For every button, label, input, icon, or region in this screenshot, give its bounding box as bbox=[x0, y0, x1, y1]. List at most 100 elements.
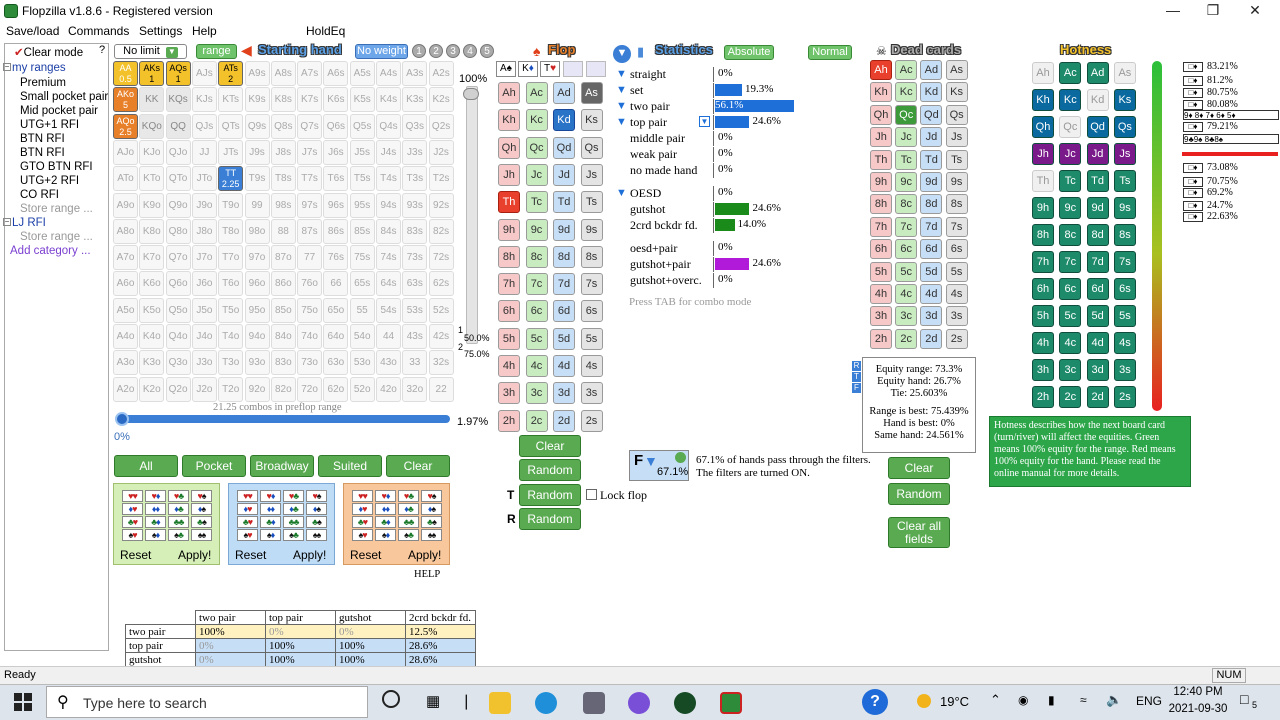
range-cell-96o[interactable]: 96o bbox=[244, 271, 270, 297]
suit-combo-cell[interactable]: ♣♣ bbox=[398, 516, 419, 528]
tray-app-icon[interactable]: ◉ bbox=[1018, 693, 1028, 707]
windows-start-icon[interactable] bbox=[14, 693, 32, 711]
tree-item[interactable]: CO RFI bbox=[20, 189, 59, 201]
suit-combo-cell[interactable]: ♦♣ bbox=[283, 503, 304, 515]
suit-combo-cell[interactable]: ♦♠ bbox=[306, 503, 327, 515]
range-cell-83s[interactable]: 83s bbox=[402, 218, 428, 244]
dead-card-2h[interactable]: 2h bbox=[870, 328, 892, 349]
range-cell-J7o[interactable]: J7o bbox=[191, 245, 217, 271]
range-cell-AA[interactable]: AA 0.5 bbox=[113, 61, 138, 86]
normal-button[interactable]: Normal bbox=[808, 45, 852, 60]
hotness-card-6s[interactable]: 6s bbox=[1113, 278, 1136, 300]
flop-card-As[interactable]: As bbox=[580, 82, 603, 104]
dead-card-Ks[interactable]: Ks bbox=[945, 82, 968, 103]
dead-card-5c[interactable]: 5c bbox=[895, 261, 918, 282]
range-cell-K9s[interactable]: K9s bbox=[244, 87, 270, 113]
suit-combo-cell[interactable]: ♠♠ bbox=[191, 529, 212, 541]
hotness-card-8s[interactable]: 8s bbox=[1113, 224, 1136, 246]
apply-button-3[interactable]: Apply! bbox=[408, 548, 441, 562]
flop-card-Td[interactable]: Td bbox=[553, 191, 575, 214]
hotness-card-As[interactable]: As bbox=[1113, 62, 1136, 84]
range-cell-ATs[interactable]: ATs 2 bbox=[218, 61, 244, 86]
range-cell-83o[interactable]: 83o bbox=[270, 350, 296, 376]
dead-card-6c[interactable]: 6c bbox=[895, 239, 918, 260]
range-cell-A9s[interactable]: A9s bbox=[244, 61, 270, 86]
collapse-icon[interactable]: − bbox=[3, 218, 11, 226]
tree-item[interactable]: Mid pocket pair bbox=[20, 105, 98, 117]
range-cell-A4o[interactable]: A4o bbox=[113, 324, 138, 349]
hotness-card-Ac[interactable]: Ac bbox=[1059, 62, 1082, 84]
range-cell-J2o[interactable]: J2o bbox=[191, 376, 217, 402]
range-cell-K9o[interactable]: K9o bbox=[139, 192, 165, 218]
flop-card-4c[interactable]: 4c bbox=[525, 355, 548, 377]
hotness-card-Qc[interactable]: Qc bbox=[1059, 116, 1082, 138]
range-cell-KJo[interactable]: KJo bbox=[139, 139, 165, 165]
range-cell-QJo[interactable]: QJo bbox=[165, 139, 191, 165]
hotness-card-5s[interactable]: 5s bbox=[1113, 305, 1136, 327]
range-cell-Q5o[interactable]: Q5o bbox=[165, 297, 191, 323]
flop-slot-5[interactable] bbox=[586, 61, 606, 77]
hotness-card-3c[interactable]: 3c bbox=[1059, 359, 1082, 381]
range-cell-KQo[interactable]: KQo bbox=[139, 113, 165, 139]
range-cell-82o[interactable]: 82o bbox=[270, 376, 296, 402]
suit-combo-cell[interactable]: ♠♦ bbox=[145, 529, 166, 541]
range-cell-T4s[interactable]: T4s bbox=[376, 166, 401, 192]
dead-card-6h[interactable]: 6h bbox=[870, 239, 892, 260]
tree-item[interactable]: my ranges − bbox=[3, 62, 66, 74]
clear-all-fields-button[interactable]: Clear all fields bbox=[888, 517, 950, 548]
suit-combo-cell[interactable]: ♦♣ bbox=[398, 503, 419, 515]
dead-card-2d[interactable]: 2d bbox=[920, 328, 943, 349]
dead-card-9h[interactable]: 9h bbox=[870, 172, 892, 192]
range-cell-A9o[interactable]: A9o bbox=[113, 192, 138, 218]
tree-item[interactable]: UTG+1 RFI bbox=[20, 119, 79, 131]
flop-random-button[interactable]: Random bbox=[519, 459, 581, 481]
flop-slot-3[interactable]: T♥ bbox=[540, 61, 560, 77]
hotness-card-5d[interactable]: 5d bbox=[1086, 305, 1109, 327]
filter-funnel-icon[interactable]: ▼ bbox=[616, 68, 627, 80]
range-cell-KQs[interactable]: KQs bbox=[165, 87, 191, 113]
dead-card-4h[interactable]: 4h bbox=[870, 284, 892, 304]
flop-card-7h[interactable]: 7h bbox=[498, 273, 520, 296]
hotness-card-9h[interactable]: 9h bbox=[1032, 197, 1054, 219]
range-cell-77[interactable]: 77 bbox=[297, 245, 323, 271]
range-button[interactable]: range bbox=[196, 44, 237, 59]
help-question[interactable]: ? bbox=[99, 44, 105, 56]
flop-card-6s[interactable]: 6s bbox=[580, 300, 603, 323]
task-view-icon[interactable]: ▦ bbox=[426, 692, 440, 710]
range-cell-74o[interactable]: 74o bbox=[297, 324, 323, 349]
suit-combo-cell[interactable]: ♥♣ bbox=[283, 490, 304, 502]
dead-random-button[interactable]: Random bbox=[888, 483, 950, 505]
dead-card-Jh[interactable]: Jh bbox=[870, 127, 892, 148]
suit-combo-cell[interactable]: ♥♣ bbox=[398, 490, 419, 502]
filter-funnel-icon[interactable]: ▼ bbox=[616, 84, 627, 96]
range-cell-K3o[interactable]: K3o bbox=[139, 350, 165, 376]
range-cell-84s[interactable]: 84s bbox=[376, 218, 401, 244]
dead-card-Jc[interactable]: Jc bbox=[895, 127, 918, 148]
range-cell-33[interactable]: 33 bbox=[402, 350, 428, 376]
flop-card-2h[interactable]: 2h bbox=[498, 409, 520, 432]
dead-card-8c[interactable]: 8c bbox=[895, 194, 918, 215]
dead-card-8h[interactable]: 8h bbox=[870, 194, 892, 215]
range-cell-86o[interactable]: 86o bbox=[270, 271, 296, 297]
flop-slot-1[interactable]: A♠ bbox=[496, 61, 516, 77]
suit-combo-cell[interactable]: ♠♣ bbox=[283, 529, 304, 541]
range-cell-92s[interactable]: 92s bbox=[428, 192, 454, 218]
suit-combo-cell[interactable]: ♠♣ bbox=[398, 529, 419, 541]
range-cell-64o[interactable]: 64o bbox=[323, 324, 349, 349]
cortana-icon[interactable] bbox=[382, 690, 400, 708]
collapse-icon[interactable]: − bbox=[3, 63, 11, 71]
dead-card-8d[interactable]: 8d bbox=[920, 194, 943, 215]
range-cell-K5o[interactable]: K5o bbox=[139, 297, 165, 323]
range-cell-53s[interactable]: 53s bbox=[402, 297, 428, 323]
clear-range-button[interactable]: Clear bbox=[386, 455, 450, 477]
range-cell-63o[interactable]: 63o bbox=[323, 350, 349, 376]
range-cell-76s[interactable]: 76s bbox=[323, 245, 349, 271]
dead-card-Js[interactable]: Js bbox=[945, 127, 968, 148]
range-cell-Q8o[interactable]: Q8o bbox=[165, 218, 191, 244]
range-cell-Q6s[interactable]: Q6s bbox=[323, 113, 349, 139]
range-cell-97s[interactable]: 97s bbox=[297, 192, 323, 218]
range-cell-J5o[interactable]: J5o bbox=[191, 297, 217, 323]
tree-item[interactable]: Add category ... bbox=[10, 245, 91, 257]
suit-combo-cell[interactable]: ♥♥ bbox=[352, 490, 373, 502]
dead-card-2c[interactable]: 2c bbox=[895, 328, 918, 349]
